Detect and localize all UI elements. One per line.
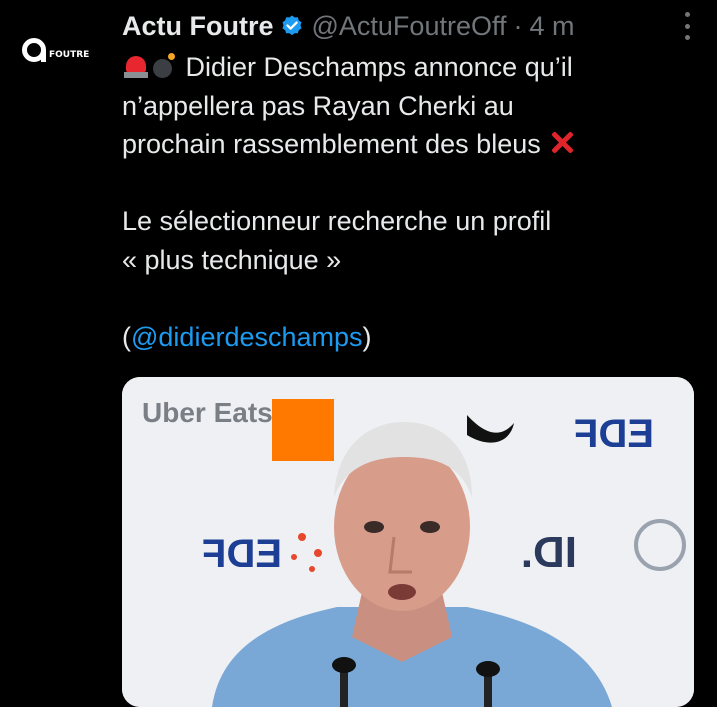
backdrop-text-3: ID. xyxy=(521,528,577,577)
backdrop-text-2: EDF xyxy=(574,412,654,456)
backdrop-text-4: EDF xyxy=(202,532,282,576)
tweet-line-1: Didier Deschamps annonce qu’il xyxy=(122,48,692,87)
mention-link[interactable]: @didierdeschamps xyxy=(131,322,363,352)
tweet-media-photo[interactable]: Uber Eats EDF ID. EDF xyxy=(122,377,694,707)
bomb-emoji xyxy=(150,51,178,79)
header-separator: · xyxy=(513,10,523,41)
author-handle[interactable]: @ActuFoutreOff xyxy=(312,11,507,42)
tweet-line-3: prochain rassemblement des bleus xyxy=(122,125,692,164)
more-options-icon[interactable] xyxy=(681,12,693,40)
siren-emoji xyxy=(122,51,150,79)
backdrop-text-1: Uber Eats xyxy=(142,397,273,428)
tweet-line-2: n’appellera pas Rayan Cherki au xyxy=(122,90,514,121)
tweet-line-4: Le sélectionneur recherche un profil xyxy=(122,206,552,236)
verified-badge-icon xyxy=(282,15,301,36)
avatar-logo-icon xyxy=(22,38,46,62)
tweet-text: Didier Deschamps annonce qu’il n’appelle… xyxy=(122,48,692,356)
avatar-label: FOUTRE xyxy=(49,49,90,60)
author-name[interactable]: Actu Foutre xyxy=(122,11,274,42)
tweet-timestamp[interactable]: 4 m xyxy=(530,11,575,42)
tweet-line-6: (@didierdeschamps) xyxy=(122,321,372,352)
tweet-header: Actu Foutre @ActuFoutreOff · 4 m xyxy=(122,8,697,44)
tweet-line-5: « plus technique » xyxy=(122,244,342,275)
orange-logo xyxy=(272,399,334,461)
cross-mark-emoji xyxy=(548,128,576,156)
avatar[interactable]: FOUTRE xyxy=(22,28,96,72)
